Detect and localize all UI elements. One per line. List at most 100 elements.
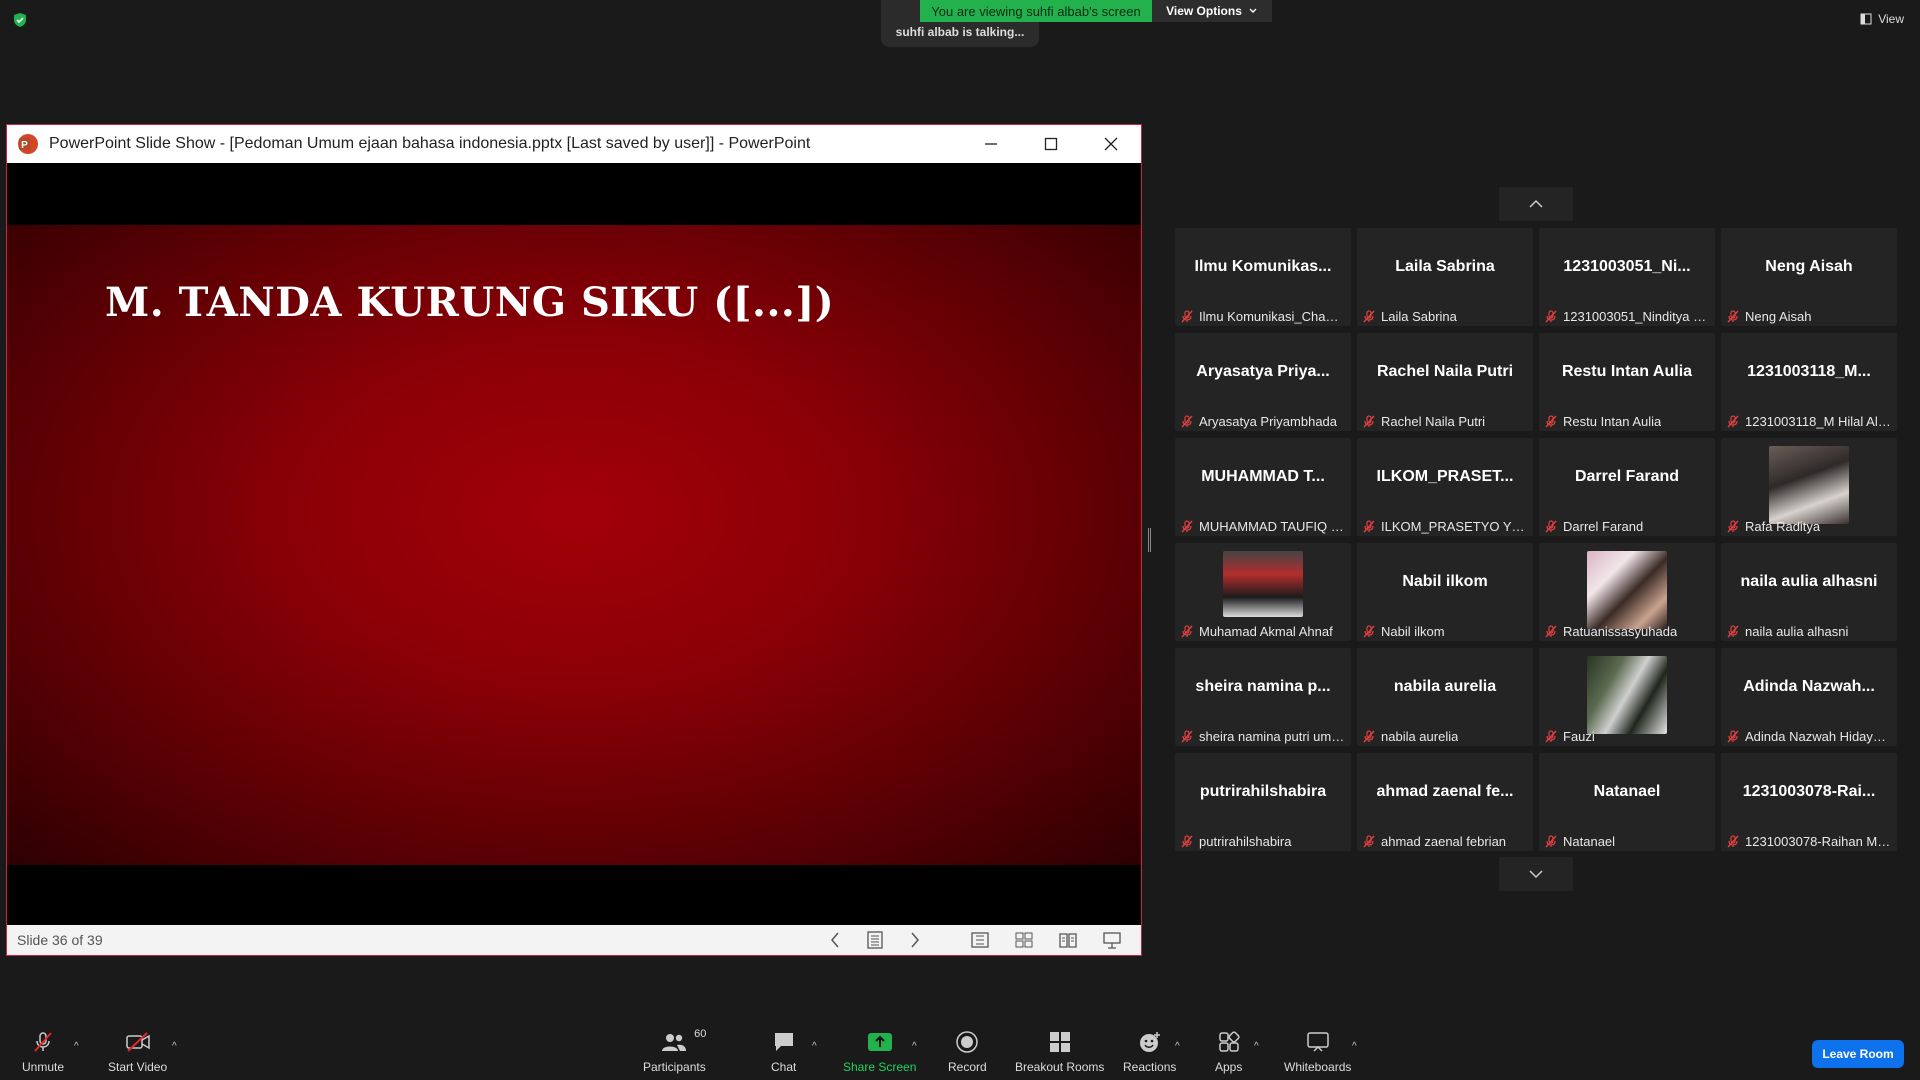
normal-view-button[interactable] bbox=[971, 932, 989, 948]
chat-options-caret[interactable]: ^ bbox=[812, 1041, 817, 1052]
reading-view-button[interactable] bbox=[1059, 932, 1077, 948]
whiteboards-button[interactable]: Whiteboards bbox=[1284, 1030, 1351, 1074]
powerpoint-titlebar[interactable]: P PowerPoint Slide Show - [Pedoman Umum … bbox=[7, 125, 1141, 163]
audio-options-caret[interactable]: ^ bbox=[74, 1041, 79, 1052]
participant-name-label: 1231003118_M Hilal Al ... bbox=[1727, 414, 1891, 429]
participant-tile[interactable]: naila aulia alhasni naila aulia alhasni bbox=[1721, 543, 1897, 641]
muted-microphone-icon bbox=[1545, 520, 1557, 533]
participant-tile[interactable]: Fauzi bbox=[1539, 648, 1715, 746]
breakout-rooms-button[interactable]: Breakout Rooms bbox=[1015, 1030, 1104, 1074]
minimize-button[interactable] bbox=[961, 125, 1021, 163]
apps-options-caret[interactable]: ^ bbox=[1254, 1041, 1259, 1052]
participant-display-name: ILKOM_PRASET... bbox=[1376, 468, 1514, 485]
participant-tile[interactable]: Laila Sabrina Laila Sabrina bbox=[1357, 228, 1533, 326]
reading-view-icon bbox=[1059, 933, 1077, 948]
slideshow-icon bbox=[1103, 932, 1121, 949]
reactions-button[interactable]: Reactions bbox=[1123, 1030, 1176, 1074]
participant-tile[interactable]: MUHAMMAD T... MUHAMMAD TAUFIQ K... bbox=[1175, 438, 1351, 536]
participant-display-name: Rachel Naila Putri bbox=[1376, 363, 1514, 380]
minimize-icon bbox=[985, 143, 997, 145]
unmute-button[interactable]: Unmute bbox=[22, 1030, 64, 1074]
chevron-right-icon bbox=[911, 932, 919, 948]
participant-label-text: 1231003051_Ninditya Pri... bbox=[1563, 309, 1709, 324]
participant-name-label: Muhamad Akmal Ahnaf bbox=[1181, 624, 1345, 639]
panel-resize-handle[interactable] bbox=[1148, 528, 1151, 552]
maximize-icon bbox=[1044, 137, 1058, 151]
participant-label-text: ahmad zaenal febrian bbox=[1381, 834, 1507, 849]
apps-button[interactable]: Apps bbox=[1215, 1030, 1242, 1074]
leave-room-button[interactable]: Leave Room bbox=[1812, 1040, 1904, 1068]
participants-button[interactable]: 60 Participants bbox=[643, 1028, 706, 1074]
participant-video bbox=[1587, 656, 1667, 734]
participant-name-label: naila aulia alhasni bbox=[1727, 624, 1891, 639]
share-options-caret[interactable]: ^ bbox=[912, 1041, 917, 1052]
participant-tile[interactable]: Aryasatya Priya... Aryasatya Priyambhada bbox=[1175, 333, 1351, 431]
participant-name-label: ahmad zaenal febrian bbox=[1363, 834, 1527, 849]
chat-button[interactable]: Chat bbox=[771, 1030, 796, 1074]
share-screen-button[interactable]: Share Screen bbox=[843, 1030, 916, 1074]
muted-microphone-icon bbox=[1727, 520, 1739, 533]
record-button[interactable]: Record bbox=[948, 1030, 987, 1074]
breakout-rooms-icon bbox=[1049, 1032, 1070, 1052]
participant-label-text: nabila aurelia bbox=[1381, 729, 1459, 744]
muted-microphone-icon bbox=[1181, 835, 1193, 848]
next-slide-button[interactable] bbox=[909, 932, 921, 948]
security-shield-icon[interactable] bbox=[12, 12, 28, 28]
maximize-button[interactable] bbox=[1021, 125, 1081, 163]
participant-tile[interactable]: Ilmu Komunikas... Ilmu Komunikasi_Chanti… bbox=[1175, 228, 1351, 326]
participant-tile[interactable]: ahmad zaenal fe... ahmad zaenal febrian bbox=[1357, 753, 1533, 851]
chevron-down-icon bbox=[1249, 8, 1257, 13]
participant-label-text: MUHAMMAD TAUFIQ K... bbox=[1199, 519, 1345, 534]
participant-tile[interactable]: nabila aurelia nabila aurelia bbox=[1357, 648, 1533, 746]
whiteboards-options-caret[interactable]: ^ bbox=[1352, 1041, 1357, 1052]
participant-tile[interactable]: Restu Intan Aulia Restu Intan Aulia bbox=[1539, 333, 1715, 431]
view-label: View bbox=[1878, 12, 1904, 26]
participant-tile[interactable]: 1231003078-Rai... 1231003078-Raihan Mu..… bbox=[1721, 753, 1897, 851]
muted-microphone-icon bbox=[1363, 730, 1375, 743]
muted-microphone-icon bbox=[1181, 310, 1193, 323]
close-button[interactable] bbox=[1081, 125, 1141, 163]
view-button[interactable]: View bbox=[1860, 12, 1904, 26]
participant-tile[interactable]: 1231003118_M... 1231003118_M Hilal Al ..… bbox=[1721, 333, 1897, 431]
gallery-page-up-button[interactable] bbox=[1499, 187, 1573, 221]
participant-display-name: naila aulia alhasni bbox=[1740, 573, 1878, 590]
participant-label-text: naila aulia alhasni bbox=[1745, 624, 1849, 639]
participant-tile[interactable]: Rafa Raditya bbox=[1721, 438, 1897, 536]
participant-tile[interactable]: ILKOM_PRASET... ILKOM_PRASETYO YUGO... bbox=[1357, 438, 1533, 536]
muted-microphone-icon bbox=[1363, 520, 1375, 533]
slideshow-view-button[interactable] bbox=[1103, 931, 1121, 949]
participant-tile[interactable]: Natanael Natanael bbox=[1539, 753, 1715, 851]
participant-tile[interactable]: Adinda Nazwah... Adinda Nazwah Hidayat..… bbox=[1721, 648, 1897, 746]
powerpoint-window-title: PowerPoint Slide Show - [Pedoman Umum ej… bbox=[49, 135, 811, 152]
participant-display-name: 1231003118_M... bbox=[1747, 363, 1871, 380]
participant-tile[interactable]: sheira namina p... sheira namina putri u… bbox=[1175, 648, 1351, 746]
participant-tile[interactable]: 1231003051_Ni... 1231003051_Ninditya Pri… bbox=[1539, 228, 1715, 326]
participant-tile[interactable]: Darrel Farand Darrel Farand bbox=[1539, 438, 1715, 536]
powerpoint-window[interactable]: P PowerPoint Slide Show - [Pedoman Umum … bbox=[6, 124, 1142, 956]
participant-display-name: 1231003051_Ni... bbox=[1563, 258, 1691, 275]
view-options-button[interactable]: View Options bbox=[1152, 0, 1272, 22]
previous-slide-button[interactable] bbox=[829, 932, 841, 948]
participant-label-text: putrirahilshabira bbox=[1199, 834, 1292, 849]
view-options-label: View Options bbox=[1166, 4, 1242, 18]
participant-tile[interactable]: Neng Aisah Neng Aisah bbox=[1721, 228, 1897, 326]
whiteboards-label: Whiteboards bbox=[1284, 1060, 1352, 1074]
slide[interactable]: M. TANDA KURUNG SIKU ([...]) bbox=[7, 225, 1141, 865]
slide-view[interactable]: M. TANDA KURUNG SIKU ([...]) bbox=[7, 163, 1141, 917]
slide-menu-button[interactable] bbox=[867, 931, 883, 949]
gallery-page-down-button[interactable] bbox=[1499, 857, 1573, 891]
slide-sorter-button[interactable] bbox=[1015, 932, 1033, 948]
participant-tile[interactable]: Rachel Naila Putri Rachel Naila Putri bbox=[1357, 333, 1533, 431]
start-video-button[interactable]: Start Video bbox=[108, 1030, 167, 1074]
participant-tile[interactable]: Muhamad Akmal Ahnaf bbox=[1175, 543, 1351, 641]
slide-title: M. TANDA KURUNG SIKU ([...]) bbox=[105, 279, 835, 326]
participant-tile[interactable]: putrirahilshabira putrirahilshabira bbox=[1175, 753, 1351, 851]
participant-tile[interactable]: Nabil ilkom Nabil ilkom bbox=[1357, 543, 1533, 641]
participant-display-name: sheira namina p... bbox=[1195, 678, 1331, 695]
participant-tile[interactable]: Ratuanissasyuhada bbox=[1539, 543, 1715, 641]
muted-microphone-icon bbox=[1545, 730, 1557, 743]
participant-name-label: Restu Intan Aulia bbox=[1545, 414, 1709, 429]
chevron-down-icon bbox=[1529, 870, 1543, 879]
reactions-options-caret[interactable]: ^ bbox=[1175, 1041, 1180, 1052]
video-options-caret[interactable]: ^ bbox=[172, 1041, 177, 1052]
